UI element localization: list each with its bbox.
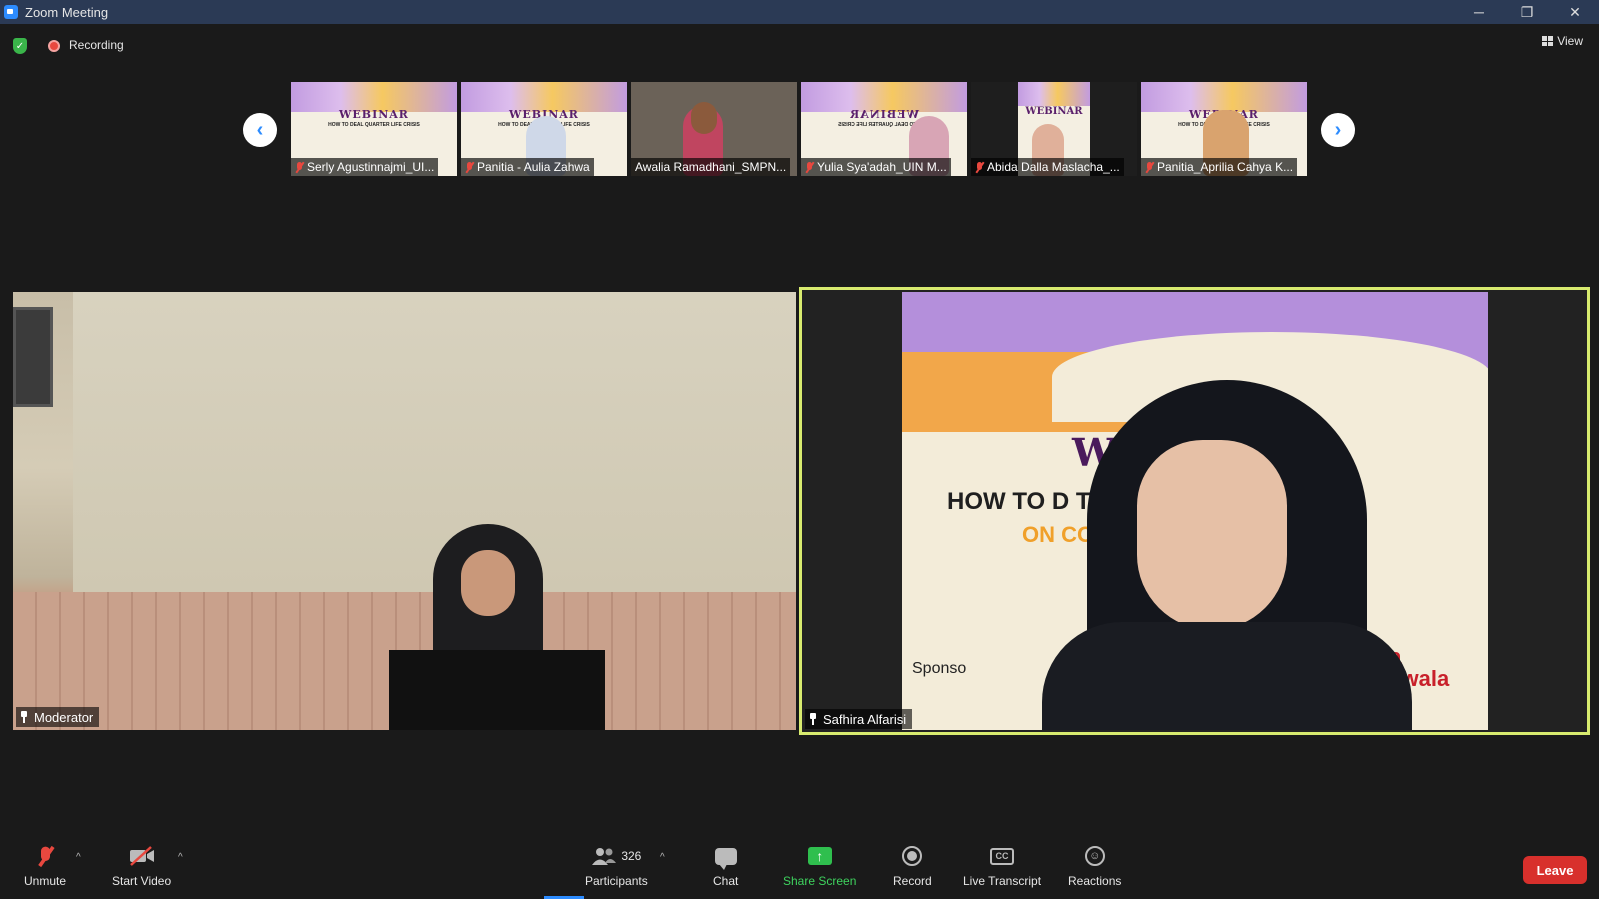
participant-name-bar: Yulia Sya'adah_UIN M... — [801, 158, 951, 176]
window-title: Zoom Meeting — [25, 4, 109, 20]
mic-muted-icon — [805, 161, 814, 173]
chevron-right-icon: › — [1334, 119, 1342, 141]
grid-view-icon — [1542, 36, 1554, 46]
video-off-icon — [129, 842, 155, 870]
share-screen-button[interactable]: ↑ Share Screen — [783, 842, 856, 888]
record-button[interactable]: Record — [893, 842, 932, 888]
participant-name-bar: Serly Agustinnajmi_UI... — [291, 158, 439, 176]
speaker-video: W NAR HOW TO D TER LIFE CRISIS ON COVID-… — [902, 292, 1488, 730]
closed-caption-icon: CC — [990, 847, 1015, 865]
participant-thumbnail[interactable]: WEBINAR HOW TO DEAL QUARTER LIFE CRISIS … — [801, 82, 967, 176]
participant-name: Yulia Sya'adah_UIN M... — [817, 160, 947, 174]
pin-icon — [20, 711, 28, 723]
mic-muted-icon — [465, 161, 474, 173]
gallery-prev-button[interactable]: ‹ — [243, 113, 277, 147]
participant-name: Safhira Alfarisi — [823, 711, 907, 727]
participant-name-bar: Panitia_Aprilia Cahya K... — [1141, 158, 1298, 176]
sponsor-text: Sponso — [912, 660, 967, 677]
participants-icon — [592, 848, 617, 865]
view-button[interactable]: View — [1542, 34, 1583, 48]
reactions-button[interactable]: ☺ Reactions — [1068, 842, 1121, 888]
restore-button[interactable]: ❐ — [1503, 0, 1551, 24]
leave-button[interactable]: Leave — [1523, 856, 1587, 884]
participants-options-caret[interactable]: ^ — [660, 852, 665, 863]
participants-button[interactable]: 326 Participants — [585, 842, 648, 888]
video-options-caret[interactable]: ^ — [178, 852, 183, 863]
participant-name: Abida Dalla Maslacha_... — [987, 160, 1120, 174]
participant-thumbnail[interactable]: WEBINAR HOW TO DEAL QUARTER LIFE CRISIS … — [461, 82, 627, 176]
zoom-app-icon — [4, 5, 18, 19]
smiley-plus-icon: ☺ — [1084, 846, 1105, 866]
live-transcript-button[interactable]: CC Live Transcript — [963, 842, 1041, 888]
participant-name: Moderator — [34, 709, 94, 725]
unmute-button[interactable]: Unmute — [24, 842, 66, 888]
slide-title: WEBINAR — [849, 108, 919, 121]
laptop-figure — [389, 650, 605, 730]
chevron-left-icon: ‹ — [256, 119, 264, 141]
window-controls: ─ ❐ ✕ — [1455, 0, 1599, 24]
slide-subtitle: HOW TO DEAL QUARTER LIFE CRISIS — [328, 122, 420, 128]
share-screen-icon: ↑ — [807, 847, 832, 865]
close-button[interactable]: ✕ — [1551, 0, 1599, 24]
participant-name: Serly Agustinnajmi_UI... — [307, 160, 435, 174]
participant-name-bar: Panitia - Aulia Zahwa — [461, 158, 594, 176]
slide-title: WEBINAR — [339, 108, 409, 121]
video-tile-active-speaker[interactable]: W NAR HOW TO D TER LIFE CRISIS ON COVID-… — [799, 287, 1590, 735]
recording-dot-icon — [48, 40, 60, 52]
meeting-info-bar: ✓ Recording View — [0, 24, 1599, 64]
participant-thumbnail[interactable]: WEBINAR HOW TO DEAL QUARTER LIFE CRISIS … — [291, 82, 457, 176]
mic-muted-icon — [1145, 161, 1154, 173]
participant-name-bar: Moderator — [16, 707, 100, 727]
mic-off-icon — [40, 842, 50, 870]
participant-name-bar: Safhira Alfarisi — [805, 709, 913, 729]
participant-count: 326 — [621, 849, 642, 863]
participant-thumbnail[interactable]: WEBINAR HOW TO DEAL QUARTER LIFE CRISIS … — [1141, 82, 1307, 176]
recording-label[interactable]: Recording — [69, 38, 124, 52]
meeting-toolbar: Unmute ^ Start Video ^ 326 Participants … — [0, 842, 1599, 899]
participant-name-bar: Awalia Ramadhani_SMPN... — [631, 158, 791, 176]
slide-title: WEBINAR — [1025, 106, 1083, 117]
window-titlebar: Zoom Meeting ─ ❐ ✕ — [0, 0, 1599, 24]
security-shield-icon[interactable]: ✓ — [13, 38, 27, 54]
start-video-button[interactable]: Start Video — [112, 842, 171, 888]
participant-name-bar: Abida Dalla Maslacha_... — [971, 158, 1124, 176]
participant-thumbnail[interactable]: Awalia Ramadhani_SMPN... — [631, 82, 797, 176]
audio-options-caret[interactable]: ^ — [76, 852, 81, 863]
minimize-button[interactable]: ─ — [1455, 0, 1503, 24]
participant-name: Awalia Ramadhani_SMPN... — [635, 160, 787, 174]
pin-icon — [809, 713, 817, 725]
participant-name: Panitia_Aprilia Cahya K... — [1157, 160, 1294, 174]
video-tile-moderator[interactable]: Moderator — [13, 292, 796, 730]
mic-muted-icon — [975, 161, 984, 173]
participant-thumbnail[interactable]: WEBINAR Abida Dalla Maslacha_... — [971, 82, 1137, 176]
view-label: View — [1557, 34, 1583, 48]
gallery-next-button[interactable]: › — [1321, 113, 1355, 147]
record-icon — [902, 846, 923, 866]
participant-name: Panitia - Aulia Zahwa — [477, 160, 590, 174]
chat-button[interactable]: Chat — [713, 842, 738, 888]
chat-icon — [714, 847, 737, 870]
mic-muted-icon — [295, 161, 304, 173]
